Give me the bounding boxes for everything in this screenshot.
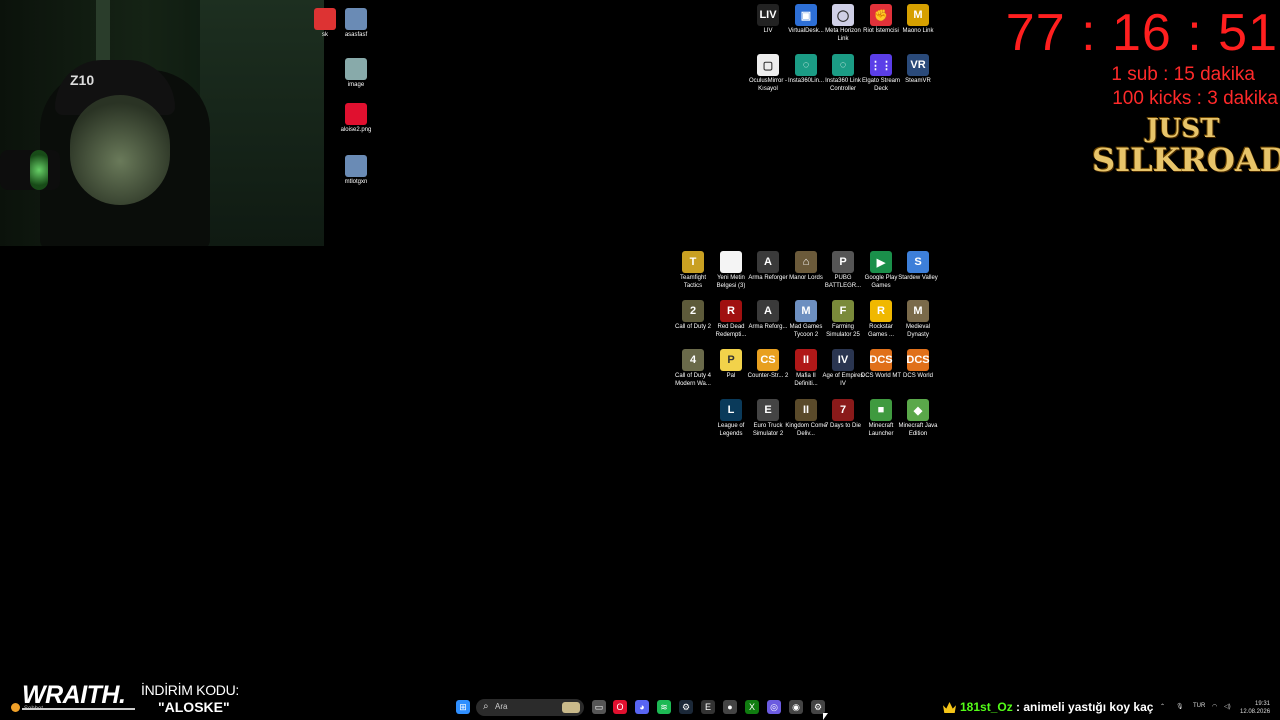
desktop-shortcut[interactable]: image <box>334 58 378 90</box>
microphone-icon[interactable]: 🎙 <box>1176 703 1184 710</box>
mad-games-icon: M <box>795 300 817 322</box>
farming-sim-icon: F <box>832 300 854 322</box>
oculus-mirror-icon: ▢ <box>757 54 779 76</box>
chevron-up-icon[interactable]: ⌃ <box>1160 703 1165 710</box>
pubg-icon: P <box>832 251 854 273</box>
kick-rule: 100 kicks : 3 dakika <box>1112 88 1278 109</box>
opera-gx-icon[interactable]: O <box>613 700 627 714</box>
arma-icon: A <box>757 251 779 273</box>
cap-logo: Z10 <box>70 72 95 88</box>
copilot-icon[interactable]: ◎ <box>767 700 781 714</box>
shortcut-label: DCS World <box>903 373 933 379</box>
arma-icon: A <box>757 300 779 322</box>
desktop-shortcut[interactable]: mtlotgxn <box>334 155 378 187</box>
clock-date: 12.08.2026 <box>1240 709 1271 715</box>
search-placeholder: Ara <box>495 702 508 711</box>
desktop-shortcut[interactable]: VR SteamVR <box>896 54 940 86</box>
stream-deck-icon: ⋮⋮ <box>870 54 892 76</box>
file-explorer-icon[interactable]: ▭ <box>592 700 606 714</box>
shortcut-label: aloise2.png <box>340 127 372 133</box>
discord-icon[interactable]: ◕ <box>635 700 649 714</box>
obs-icon[interactable]: ● <box>723 700 737 714</box>
shortcut-label: mtlotgxn <box>344 179 368 185</box>
kcd-icon: II <box>795 399 817 421</box>
tft-icon: T <box>682 251 704 273</box>
shortcut-label: SteamVR <box>905 78 931 84</box>
lol-icon: L <box>720 399 742 421</box>
insta360-controller-icon: ◌ <box>832 54 854 76</box>
sub-rule: 1 sub : 15 dakika <box>1111 64 1255 85</box>
search-icon: ⌕ <box>483 701 489 712</box>
dcs-icon: DCS <box>869 349 893 371</box>
desktop-shortcut[interactable]: aloise2.png <box>334 103 378 135</box>
shortcut-label: image <box>347 82 365 88</box>
wifi-icon[interactable]: ◠ <box>1212 703 1217 710</box>
chat-username: 181st_Oz <box>960 700 1013 714</box>
desktop-shortcut[interactable]: M Maono Link <box>896 4 940 36</box>
image-icon <box>345 58 367 80</box>
meta-quest-icon: ◯ <box>832 4 854 26</box>
language-indicator[interactable]: TUR <box>1193 703 1205 709</box>
chat-message: 181st_Oz : animeli yastığı koy kaç <box>960 700 1153 714</box>
image-icon <box>345 8 367 30</box>
chat-text: : animeli yastığı koy kaç <box>1012 700 1154 714</box>
liv-icon: LIV <box>757 4 779 26</box>
minecraft-java-icon: ◆ <box>907 399 929 421</box>
search-highlight-art <box>562 702 580 713</box>
image-icon <box>345 155 367 177</box>
xbox-icon[interactable]: X <box>745 700 759 714</box>
epic-games-icon[interactable]: E <box>701 700 715 714</box>
steam-icon[interactable]: ⚙ <box>679 700 693 714</box>
shortcut-label: Medieval Dynasty <box>905 324 930 338</box>
clock-time: 19:31 <box>1254 701 1270 707</box>
steamvr-icon: VR <box>907 54 929 76</box>
spotify-icon[interactable]: ≋ <box>657 700 671 714</box>
desktop-shortcut[interactable]: DCS DCS World <box>896 349 940 381</box>
ets2-icon: E <box>757 399 779 421</box>
mouse-cursor <box>823 713 828 720</box>
desktop-shortcut[interactable]: S Stardew Valley <box>896 251 940 283</box>
aoe-icon: IV <box>832 349 854 371</box>
shortcut-label: asasfasf <box>344 32 368 38</box>
shortcut-label: Stardew Valley <box>898 275 938 281</box>
streamer-face <box>70 95 170 205</box>
start-icon[interactable]: ⊞ <box>456 700 470 714</box>
stardew-icon: S <box>907 251 929 273</box>
rdr-icon: R <box>720 300 742 322</box>
just-silkroad-logo: JUST SILKROAD <box>1092 114 1280 179</box>
dcs-icon: DCS <box>906 349 930 371</box>
text-file-icon <box>720 251 742 273</box>
insta360-icon: ◌ <box>795 54 817 76</box>
cod4-icon: 4 <box>682 349 704 371</box>
cs2-icon: CS <box>757 349 779 371</box>
google-play-games-icon: ▶ <box>870 251 892 273</box>
maono-icon: M <box>907 4 929 26</box>
cod2-icon: 2 <box>682 300 704 322</box>
desktop-shortcut[interactable]: M Medieval Dynasty <box>896 300 940 339</box>
mafia-icon: II <box>795 349 817 371</box>
7days-icon: 7 <box>832 399 854 421</box>
chrome-icon[interactable]: ◉ <box>789 700 803 714</box>
subathon-timer: 77 : 16 : 51 <box>1005 4 1278 62</box>
volume-icon[interactable]: ◁) <box>1224 703 1231 710</box>
rockstar-icon: R <box>870 300 892 322</box>
opera-icon <box>345 103 367 125</box>
desktop-shortcut[interactable]: ◆ Minecraft Java Edition <box>896 399 940 438</box>
palworld-icon: P <box>720 349 742 371</box>
riot-icon: ✊ <box>870 4 892 26</box>
shortcut-label: Maono Link <box>902 28 934 34</box>
desktop-shortcut[interactable]: asasfasf <box>334 8 378 40</box>
minecraft-launcher-icon: ■ <box>870 399 892 421</box>
webcam-overlay: Z10 <box>0 0 324 246</box>
medieval-dynasty-icon: M <box>907 300 929 322</box>
virtual-desktop-icon: ▣ <box>795 4 817 26</box>
settings-icon[interactable]: ⚙ <box>811 700 825 714</box>
taskbar-clock[interactable]: 19:31 12.08.2026 <box>1240 700 1270 716</box>
taskbar-search[interactable]: ⌕ Ara <box>476 699 584 716</box>
app-icon <box>314 8 336 30</box>
manor-lords-icon: ⌂ <box>795 251 817 273</box>
shortcut-label: Minecraft Java Edition <box>898 423 938 437</box>
